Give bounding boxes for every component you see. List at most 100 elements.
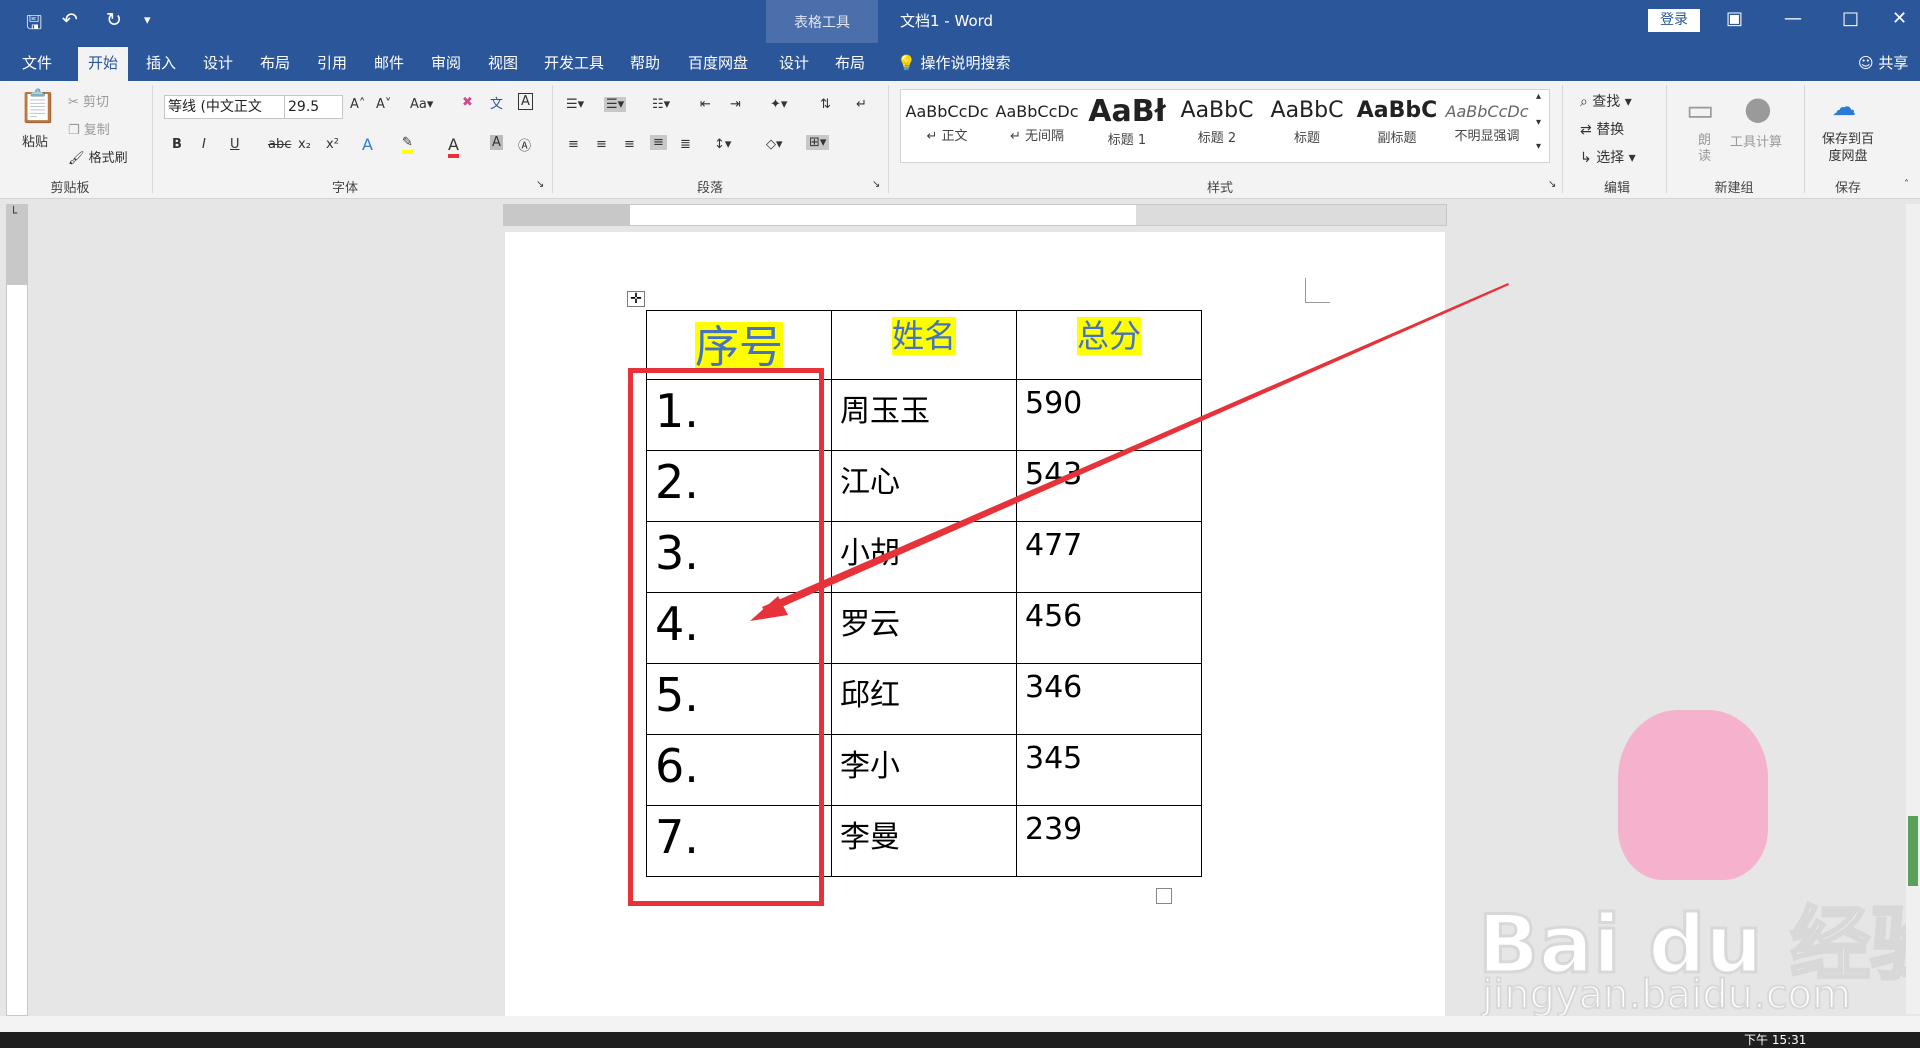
table-cell[interactable]: 477: [1016, 521, 1202, 593]
table-cell[interactable]: 李曼: [831, 805, 1017, 877]
style-subtle-emphasis[interactable]: AaBbCcDc 不明显强调: [1443, 90, 1531, 162]
paste-button[interactable]: 粘贴: [22, 131, 48, 150]
save-icon[interactable]: 🖫: [26, 9, 42, 41]
font-color-icon[interactable]: A: [448, 135, 459, 158]
select-button[interactable]: ↳ 选择 ▾: [1580, 147, 1636, 167]
table-cell[interactable]: 周玉玉: [831, 379, 1017, 451]
read-aloud-label[interactable]: 朗读: [1698, 133, 1712, 165]
read-aloud-icon[interactable]: ▭: [1686, 93, 1714, 128]
strikethrough-icon[interactable]: abc: [268, 137, 291, 152]
font-size-select[interactable]: 29.5: [284, 95, 343, 119]
multilevel-list-icon[interactable]: ☷▾: [652, 97, 670, 112]
table-cell[interactable]: 罗云: [831, 592, 1017, 664]
chinese-layout-icon[interactable]: ✦▾: [770, 97, 787, 112]
tool-calc-label[interactable]: 工具计算: [1730, 131, 1782, 150]
tab-layout[interactable]: 布局: [260, 52, 290, 73]
text-effects-icon[interactable]: A: [362, 135, 373, 154]
vertical-ruler[interactable]: [6, 204, 28, 1016]
scroll-thumb[interactable]: [1908, 816, 1918, 886]
share-button[interactable]: ☺ 共享: [1858, 52, 1908, 73]
tab-review[interactable]: 审阅: [431, 52, 461, 73]
align-center-icon[interactable]: ≡: [596, 137, 607, 152]
tab-developer[interactable]: 开发工具: [544, 52, 604, 73]
increase-indent-icon[interactable]: ⇥: [730, 97, 741, 112]
undo-icon[interactable]: ↶: [62, 9, 78, 31]
phonetic-guide-icon[interactable]: 文: [490, 93, 503, 112]
minimize-icon[interactable]: —: [1784, 8, 1802, 29]
char-shading-icon[interactable]: A: [490, 135, 503, 150]
vertical-scrollbar[interactable]: [1906, 204, 1920, 1014]
table-resize-handle[interactable]: [1156, 888, 1172, 904]
table-move-handle-icon[interactable]: ✛: [627, 291, 645, 307]
table-cell[interactable]: 590: [1016, 379, 1202, 451]
tool-calc-icon[interactable]: ●: [1744, 89, 1772, 127]
font-dialog-launcher-icon[interactable]: ↘: [536, 179, 544, 190]
shrink-font-icon[interactable]: A˅: [376, 97, 391, 112]
sort-icon[interactable]: ⇅: [820, 97, 831, 112]
table-cell[interactable]: 345: [1016, 734, 1202, 806]
save-to-netdisk-button[interactable]: 保存到百度网盘: [1816, 131, 1880, 165]
change-case-icon[interactable]: Aa▾: [410, 97, 433, 112]
numbering-icon[interactable]: ☰▾: [604, 97, 627, 112]
format-painter-button[interactable]: 🖌 格式刷: [68, 147, 128, 166]
styles-scroll-down-icon[interactable]: ▾: [1536, 117, 1541, 128]
grow-font-icon[interactable]: A˄: [350, 97, 365, 112]
style-no-spacing[interactable]: AaBbCcDc ↵ 无间隔: [993, 90, 1081, 162]
redo-icon[interactable]: ↻: [106, 9, 122, 31]
style-subtitle[interactable]: AaBbC 副标题: [1353, 90, 1441, 162]
italic-icon[interactable]: I: [202, 137, 206, 152]
borders-icon[interactable]: ⊞▾: [806, 135, 830, 150]
table-cell[interactable]: 邱红: [831, 663, 1017, 735]
replace-button[interactable]: ⇄ 替换: [1580, 119, 1624, 139]
style-title[interactable]: AaBbC 标题: [1263, 90, 1351, 162]
font-name-select[interactable]: 等线 (中文正文: [164, 95, 286, 119]
tab-references[interactable]: 引用: [317, 52, 347, 73]
shading-icon[interactable]: ◇▾: [766, 137, 783, 152]
style-heading-2[interactable]: AaBbC 标题 2: [1173, 90, 1261, 162]
styles-dialog-launcher-icon[interactable]: ↘: [1548, 179, 1556, 190]
table-cell[interactable]: 李小: [831, 734, 1017, 806]
collapse-ribbon-icon[interactable]: ˄: [1904, 179, 1909, 190]
table-cell[interactable]: 543: [1016, 450, 1202, 522]
table-cell[interactable]: 456: [1016, 592, 1202, 664]
bullets-icon[interactable]: ☰▾: [566, 97, 584, 112]
tab-baidu-netdisk[interactable]: 百度网盘: [688, 52, 748, 73]
line-spacing-icon[interactable]: ↕▾: [714, 137, 731, 152]
tab-view[interactable]: 视图: [488, 52, 518, 73]
table-cell[interactable]: 江心: [831, 450, 1017, 522]
baidu-netdisk-icon[interactable]: ☁: [1832, 93, 1856, 121]
tab-insert[interactable]: 插入: [146, 52, 176, 73]
decrease-indent-icon[interactable]: ⇤: [700, 97, 711, 112]
align-right-icon[interactable]: ≡: [624, 137, 635, 152]
subscript-icon[interactable]: x₂: [298, 137, 311, 152]
tab-table-design[interactable]: 设计: [779, 52, 809, 73]
customize-quick-access-icon[interactable]: ▾: [144, 13, 151, 28]
tab-help[interactable]: 帮助: [630, 52, 660, 73]
tab-home[interactable]: 开始: [78, 47, 129, 81]
copy-button[interactable]: ❐ 复制: [68, 119, 110, 138]
horizontal-ruler[interactable]: [503, 204, 1447, 226]
char-border-icon[interactable]: A: [518, 93, 533, 110]
cut-button[interactable]: ✂ 剪切: [68, 91, 109, 110]
table-cell[interactable]: 346: [1016, 663, 1202, 735]
show-marks-icon[interactable]: ↵: [856, 97, 867, 112]
underline-icon[interactable]: U: [230, 137, 240, 152]
table-cell[interactable]: 小胡: [831, 521, 1017, 593]
styles-more-icon[interactable]: ▾: [1536, 141, 1541, 152]
highlight-color-icon[interactable]: ✎: [402, 135, 413, 154]
style-normal[interactable]: AaBbCcDc ↵ 正文: [903, 90, 991, 162]
close-icon[interactable]: ✕: [1892, 8, 1907, 29]
clear-format-icon[interactable]: ✖: [462, 95, 473, 110]
distributed-icon[interactable]: ≣: [680, 137, 691, 152]
justify-icon[interactable]: ≡: [650, 135, 667, 150]
header-cell-score[interactable]: 总分: [1016, 310, 1202, 380]
superscript-icon[interactable]: x²: [326, 137, 339, 152]
ribbon-display-icon[interactable]: ▣: [1726, 8, 1743, 29]
find-button[interactable]: ⌕ 查找 ▾: [1580, 91, 1632, 111]
tab-selector-icon[interactable]: └: [10, 206, 17, 220]
align-left-icon[interactable]: ≡: [568, 137, 579, 152]
table-cell[interactable]: 239: [1016, 805, 1202, 877]
styles-scroll-up-icon[interactable]: ▴: [1536, 91, 1541, 102]
paste-icon[interactable]: 📋: [18, 87, 58, 125]
tab-table-layout[interactable]: 布局: [835, 52, 865, 73]
